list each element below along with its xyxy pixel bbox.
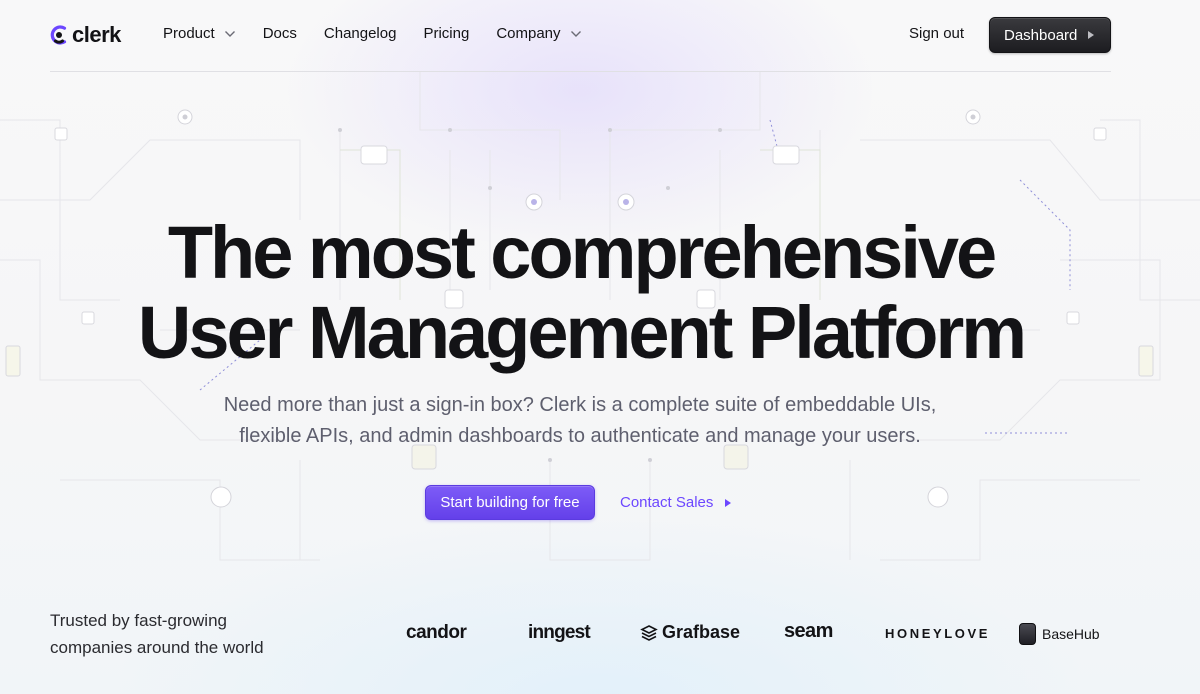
candor-logo: candor [406, 622, 467, 643]
nav-item-changelog-label: Changelog [323, 25, 397, 42]
nav-item-product[interactable]: Product [163, 25, 236, 42]
basehub-logo: BaseHub [1019, 623, 1100, 645]
honeylove-logo: HONEYLOVE [885, 626, 991, 641]
grafbase-icon [640, 624, 658, 641]
nav-item-docs[interactable]: Docs [263, 25, 297, 42]
play-arrow-icon [725, 498, 732, 507]
grafbase-logo: Grafbase [640, 622, 740, 643]
chevron-down-icon [570, 30, 581, 37]
inngest-logo: inngest [528, 622, 591, 643]
dashboard-button-label: Dashboard [1004, 26, 1078, 44]
nav-item-pricing[interactable]: Pricing [423, 25, 469, 42]
customer-logos: candor inngest Grafbase seam HONEYLOVE B… [0, 620, 1200, 650]
clerk-logo[interactable]: clerk [50, 22, 121, 48]
main-menu: Product Docs Changelog Pricing Company [163, 25, 609, 42]
basehub-wordmark: BaseHub [1042, 626, 1100, 642]
basehub-icon [1019, 623, 1036, 645]
hero-subtitle: Need more than just a sign-in box? Clerk… [180, 390, 980, 452]
nav-item-company[interactable]: Company [496, 25, 581, 42]
dashboard-button[interactable]: Dashboard [989, 17, 1111, 53]
logo-wordmark: clerk [72, 22, 121, 47]
grafbase-wordmark: Grafbase [662, 622, 741, 642]
contact-sales-label: Contact Sales [620, 494, 714, 511]
nav-item-company-label: Company [496, 25, 561, 42]
hero-subtitle-line-2: flexible APIs, and admin dashboards to a… [239, 425, 921, 447]
clerk-logo-icon [50, 25, 67, 45]
seam-logo: seam [784, 620, 833, 642]
hero-title-line-2: User Management Platform [137, 291, 1027, 374]
nav-item-pricing-label: Pricing [423, 25, 470, 42]
hero-title: The most comprehensive User Management P… [0, 213, 1162, 373]
top-navigation: clerk Product Docs Changelog Pricing Com… [50, 0, 1111, 72]
sign-out-link[interactable]: Sign out [909, 25, 964, 42]
nav-item-docs-label: Docs [262, 25, 297, 42]
hero-subtitle-line-1: Need more than just a sign-in box? Clerk… [223, 394, 937, 416]
hero-title-line-1: The most comprehensive [167, 211, 997, 294]
contact-sales-link[interactable]: Contact Sales [620, 494, 732, 511]
nav-item-changelog[interactable]: Changelog [324, 25, 397, 42]
start-building-button[interactable]: Start building for free [425, 485, 595, 520]
nav-item-product-label: Product [163, 25, 215, 42]
chevron-down-icon [224, 30, 235, 37]
play-arrow-icon [1088, 31, 1095, 39]
